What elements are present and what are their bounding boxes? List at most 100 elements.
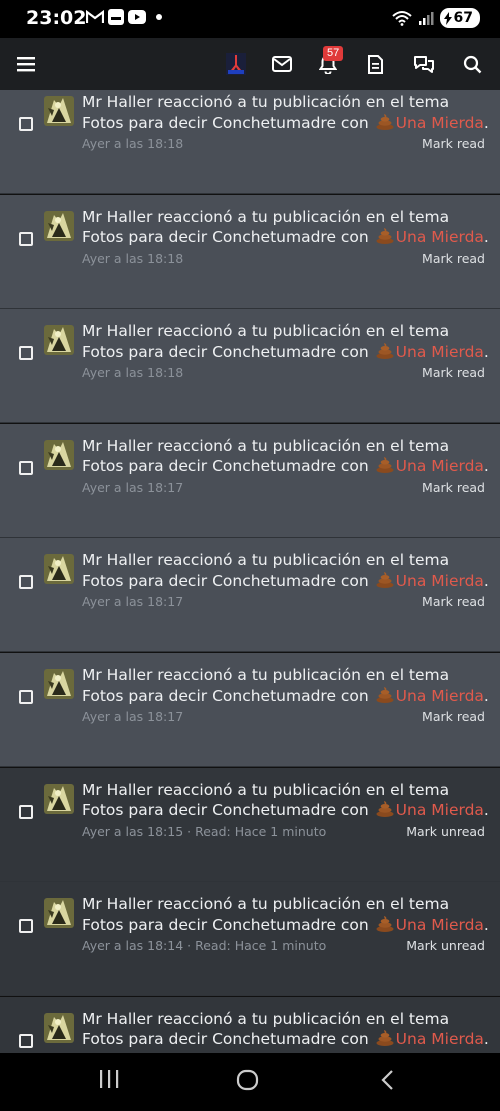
post-title[interactable]: Conchetumadre <box>212 572 336 590</box>
reaction-name: Una Mierda <box>395 801 484 820</box>
reaction-name: Una Mierda <box>395 113 484 132</box>
status-right: 67 <box>391 8 480 28</box>
username-link[interactable]: Mr Haller <box>82 208 152 226</box>
username-link[interactable]: Mr Haller <box>82 895 152 913</box>
notification-row[interactable]: Mr Haller reaccionó a tu publicación en … <box>0 767 500 882</box>
select-checkbox[interactable] <box>19 804 33 819</box>
conversations-button[interactable] <box>410 50 438 78</box>
mark-toggle-link[interactable]: Mark read <box>422 480 485 495</box>
user-avatar[interactable] <box>44 783 74 814</box>
user-avatar[interactable] <box>44 439 74 470</box>
mark-toggle-link[interactable]: Mark read <box>422 136 485 151</box>
user-avatar[interactable] <box>44 325 74 356</box>
poop-reaction-icon <box>376 686 394 709</box>
post-title[interactable]: Conchetumadre <box>212 343 336 361</box>
topic-link[interactable]: Fotos <box>82 343 123 361</box>
username-link[interactable]: Mr Haller <box>82 437 152 455</box>
mark-toggle-link[interactable]: Mark read <box>422 365 485 380</box>
post-title[interactable]: Conchetumadre <box>212 457 336 475</box>
username-link[interactable]: Mr Haller <box>82 781 152 799</box>
select-checkbox[interactable] <box>19 690 33 704</box>
user-avatar[interactable] <box>44 210 74 241</box>
recent-apps-button[interactable] <box>98 1069 120 1093</box>
post-title[interactable]: Conchetumadre <box>212 228 336 246</box>
threads-button[interactable] <box>361 50 389 78</box>
mark-toggle-link[interactable]: Mark unread <box>406 824 485 839</box>
user-avatar[interactable] <box>44 554 74 585</box>
user-avatar[interactable] <box>44 669 74 699</box>
post-title[interactable]: Conchetumadre <box>212 1030 336 1048</box>
system-navigation-bar <box>0 1053 500 1111</box>
text-segment: para decir <box>123 1030 213 1049</box>
home-button[interactable] <box>236 1069 260 1095</box>
notification-row[interactable]: Mr Haller reaccionó a tu publicación en … <box>0 538 500 653</box>
user-avatar[interactable] <box>44 898 74 929</box>
username-link[interactable]: Mr Haller <box>82 1010 152 1028</box>
post-title[interactable]: Conchetumadre <box>212 801 336 819</box>
notification-row[interactable]: Mr Haller reaccionó a tu publicación en … <box>0 653 500 767</box>
notification-text: Mr Haller reaccionó a tu publicación en … <box>82 665 492 708</box>
menu-button[interactable] <box>12 50 40 78</box>
back-button[interactable] <box>380 1069 396 1095</box>
topic-link[interactable]: Fotos <box>82 1030 123 1048</box>
select-checkbox[interactable] <box>19 117 33 131</box>
post-title[interactable]: Conchetumadre <box>212 916 336 934</box>
post-title[interactable]: Conchetumadre <box>212 687 336 705</box>
select-checkbox[interactable] <box>19 346 33 361</box>
notification-row[interactable]: Mr Haller reaccionó a tu publicación en … <box>0 194 500 309</box>
text-segment: para decir <box>123 915 213 934</box>
notification-row[interactable]: Mr Haller reaccionó a tu publicación en … <box>0 90 500 194</box>
notification-list: Mr Haller reaccionó a tu publicación en … <box>0 90 500 1053</box>
inbox-button[interactable] <box>268 50 296 78</box>
text-segment: con <box>335 801 374 820</box>
site-logo[interactable] <box>222 50 250 78</box>
topic-link[interactable]: Fotos <box>82 572 123 590</box>
text-segment: con <box>335 342 374 361</box>
topic-link[interactable]: Fotos <box>82 457 123 475</box>
text-segment: reaccionó a tu publicación en el tema <box>152 93 450 111</box>
notification-row[interactable]: Mr Haller reaccionó a tu publicación en … <box>0 309 500 424</box>
mark-toggle-link[interactable]: Mark read <box>422 594 485 609</box>
battery-level: 67 <box>453 10 473 26</box>
select-checkbox[interactable] <box>19 1033 33 1048</box>
topic-link[interactable]: Fotos <box>82 916 123 934</box>
notification-row[interactable]: Mr Haller reaccionó a tu publicación en … <box>0 996 500 1053</box>
select-checkbox[interactable] <box>19 460 33 475</box>
search-icon <box>463 55 481 73</box>
username-link[interactable]: Mr Haller <box>82 551 152 569</box>
mark-toggle-link[interactable]: Mark read <box>422 709 485 724</box>
notification-row[interactable]: Mr Haller reaccionó a tu publicación en … <box>0 882 500 997</box>
username-link[interactable]: Mr Haller <box>82 93 152 111</box>
topic-link[interactable]: Fotos <box>82 687 123 705</box>
post-title[interactable]: Conchetumadre <box>212 114 336 132</box>
notification-text: Mr Haller reaccionó a tu publicación en … <box>82 436 492 479</box>
username-link[interactable]: Mr Haller <box>82 322 152 340</box>
search-button[interactable] <box>458 50 486 78</box>
poop-reaction-icon <box>376 113 394 136</box>
notification-time: Ayer a las 18:14 · Read: Hace 1 minuto <box>82 938 326 953</box>
reaction-name: Una Mierda <box>395 571 484 590</box>
topic-link[interactable]: Fotos <box>82 114 123 132</box>
back-icon <box>381 1070 393 1090</box>
text-segment: con <box>335 571 374 590</box>
text-segment: para decir <box>123 342 213 361</box>
topic-link[interactable]: Fotos <box>82 228 123 246</box>
time-ago: Ayer a las 18:18 <box>82 250 184 266</box>
read-status: · Read: Hace 1 minuto <box>183 823 327 839</box>
mark-toggle-link[interactable]: Mark read <box>422 251 485 266</box>
user-avatar[interactable] <box>44 96 74 126</box>
username-link[interactable]: Mr Haller <box>82 666 152 684</box>
select-checkbox[interactable] <box>19 575 33 590</box>
select-checkbox[interactable] <box>19 231 33 246</box>
text-segment: reaccionó a tu publicación en el tema <box>152 322 450 341</box>
text-segment: para decir <box>123 457 213 476</box>
notification-row[interactable]: Mr Haller reaccionó a tu publicación en … <box>0 423 500 538</box>
notification-time: Ayer a las 18:17 <box>82 480 183 495</box>
topic-link[interactable]: Fotos <box>82 801 123 819</box>
user-avatar[interactable] <box>44 1012 74 1043</box>
mark-toggle-link[interactable]: Mark unread <box>406 938 485 953</box>
notification-text: Mr Haller reaccionó a tu publicación en … <box>82 321 492 364</box>
select-checkbox[interactable] <box>19 919 33 934</box>
text-segment: reaccionó a tu publicación en el tema <box>152 551 450 570</box>
notification-text: Mr Haller reaccionó a tu publicación en … <box>82 1009 492 1052</box>
